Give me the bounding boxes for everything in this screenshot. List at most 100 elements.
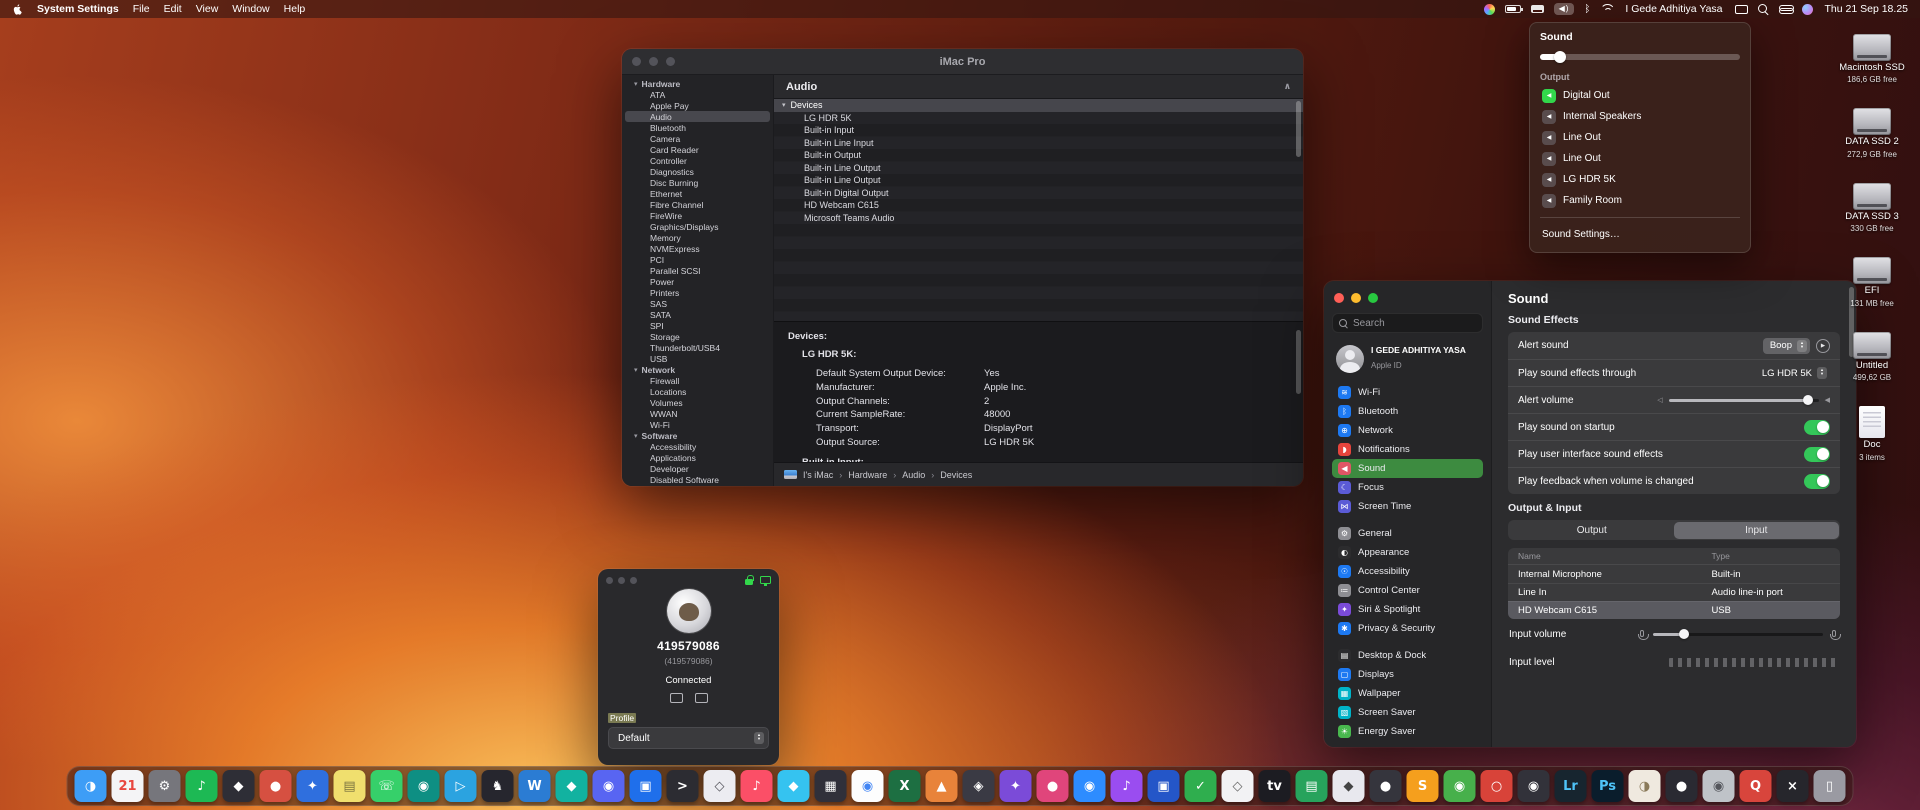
breadcrumb-item[interactable]: I's iMac	[803, 470, 833, 480]
zoom-button[interactable]	[1368, 293, 1378, 303]
menubar-menu-item[interactable]: Edit	[164, 3, 182, 15]
settings-sidebar-item[interactable]: ☉ Accessibility	[1332, 562, 1483, 581]
device-row[interactable]: Built-in Input	[774, 124, 1303, 137]
dock-app-45[interactable]: ◉	[1702, 770, 1735, 802]
output-device-item[interactable]: Internal Speakers	[1540, 106, 1740, 127]
sysinfo-sidebar-item[interactable]: Parallel SCSI	[622, 265, 773, 276]
control-center-icon[interactable]	[1778, 4, 1794, 14]
output-device-item[interactable]: Digital Out	[1540, 85, 1740, 106]
dock-app-39[interactable]: ○	[1480, 770, 1513, 802]
input-volume-slider[interactable]	[1653, 628, 1823, 640]
dock-tv[interactable]: tv	[1258, 770, 1291, 802]
settings-sidebar-item[interactable]: ▤ Desktop & Dock	[1332, 646, 1483, 665]
sysinfo-sidebar-item[interactable]: Printers	[622, 287, 773, 298]
volume-feedback-toggle[interactable]	[1804, 473, 1830, 489]
sysinfo-sidebar-item[interactable]: Software	[622, 430, 773, 441]
sysinfo-sidebar-item[interactable]: Audio	[625, 111, 770, 122]
dock-app-30[interactable]: ▣	[1147, 770, 1180, 802]
output-device-item[interactable]: Line Out	[1540, 148, 1740, 169]
sysinfo-sidebar-item[interactable]: Wi-Fi	[622, 419, 773, 430]
play-alert-button[interactable]	[1816, 338, 1830, 353]
dock-quicktime[interactable]: Q	[1739, 770, 1772, 802]
settings-sidebar-item[interactable]: ▧ Screen Saver	[1332, 703, 1483, 722]
output-input-tab[interactable]: Input	[1674, 521, 1839, 539]
profile-item[interactable]: I GEDE ADHITIYA YASA Apple ID	[1332, 343, 1483, 383]
connect-titlebar[interactable]	[598, 575, 779, 586]
dock-app-40[interactable]: ◉	[1517, 770, 1550, 802]
dock-app-24[interactable]: ▲	[925, 770, 958, 802]
dock-app-44[interactable]: ●	[1665, 770, 1698, 802]
settings-sidebar-item[interactable]: ◐ Appearance	[1332, 543, 1483, 562]
dock-app-16[interactable]: ▣	[629, 770, 662, 802]
sysinfo-sidebar-item[interactable]: Ethernet	[622, 188, 773, 199]
table-scrollbar[interactable]	[1296, 101, 1301, 157]
dock-app-32[interactable]: ◇	[1221, 770, 1254, 802]
sysinfo-sidebar-item[interactable]: Diagnostics	[622, 166, 773, 177]
menubar-menu-item[interactable]: File	[133, 3, 150, 15]
alert-sound-dropdown[interactable]: Boop	[1762, 337, 1810, 354]
apple-menu-icon[interactable]	[12, 3, 23, 16]
sysinfo-sidebar-item[interactable]: Controller	[622, 155, 773, 166]
sysinfo-sidebar-item[interactable]: Storage	[622, 331, 773, 342]
dock-discord[interactable]: ◉	[592, 770, 625, 802]
output-device-item[interactable]: Family Room	[1540, 190, 1740, 211]
sysinfo-sidebar-item[interactable]: Developer	[622, 463, 773, 474]
breadcrumb-item[interactable]: Hardware	[839, 470, 887, 480]
screen-mirroring-icon[interactable]	[1734, 4, 1748, 14]
close-button[interactable]	[606, 576, 613, 584]
dock-chrome[interactable]: ◉	[851, 770, 884, 802]
device-table-row[interactable]: Line In Audio line-in port	[1508, 583, 1840, 601]
sysinfo-sidebar-item[interactable]: Applications	[622, 452, 773, 463]
sysinfo-sidebar-item[interactable]: PCI	[622, 254, 773, 265]
sysinfo-sidebar-item[interactable]: SAS	[622, 298, 773, 309]
dock-app-31[interactable]: ✓	[1184, 770, 1217, 802]
output-input-tab[interactable]: Output	[1510, 522, 1675, 539]
devices-group-row[interactable]: Devices	[774, 99, 1303, 112]
dock-whatsapp[interactable]: ☏	[370, 770, 403, 802]
settings-sidebar-item[interactable]: ⋈ Screen Time	[1332, 497, 1483, 516]
sysinfo-sidebar-item[interactable]: Card Reader	[622, 144, 773, 155]
settings-sidebar-item[interactable]: ⊕ Network	[1332, 421, 1483, 440]
dock-settings[interactable]: ⚙	[148, 770, 181, 802]
menubar-menu-item[interactable]: Window	[232, 3, 269, 15]
settings-sidebar-item[interactable]: ▦ Wallpaper	[1332, 684, 1483, 703]
startup-sound-toggle[interactable]	[1804, 419, 1830, 435]
dock-zoom[interactable]: ◉	[1073, 770, 1106, 802]
dock-maps[interactable]: ◆	[777, 770, 810, 802]
dock-terminal[interactable]: >	[666, 770, 699, 802]
window-titlebar[interactable]: iMac Pro	[622, 49, 1303, 75]
dock-podcasts[interactable]: ♪	[1110, 770, 1143, 802]
sysinfo-sidebar-item[interactable]: Apple Pay	[622, 100, 773, 111]
search-input[interactable]: Search	[1332, 313, 1483, 333]
sysinfo-sidebar-item[interactable]: FireWire	[622, 210, 773, 221]
device-row[interactable]: HD Webcam C615	[774, 199, 1303, 212]
dock-app-43[interactable]: ◑	[1628, 770, 1661, 802]
dock-app-10[interactable]: ◉	[407, 770, 440, 802]
sysinfo-sidebar-item[interactable]: USB	[622, 353, 773, 364]
dock-notes[interactable]: ▤	[333, 770, 366, 802]
sysinfo-sidebar-item[interactable]: Bluetooth	[622, 122, 773, 133]
close-button[interactable]	[1334, 293, 1344, 303]
search-icon[interactable]	[1757, 3, 1769, 15]
settings-sidebar-item[interactable]: ᛒ Bluetooth	[1332, 402, 1483, 421]
sysinfo-sidebar-item[interactable]: Memory	[622, 232, 773, 243]
bluetooth-icon[interactable]	[1584, 4, 1590, 15]
dock-app-36[interactable]: ●	[1369, 770, 1402, 802]
dock-photoshop[interactable]: Ps	[1591, 770, 1624, 802]
color-app-icon[interactable]	[1483, 3, 1495, 15]
dock-app-37[interactable]: S	[1406, 770, 1439, 802]
active-app-menu[interactable]: System Settings	[37, 3, 119, 15]
dock-app-35[interactable]: ◆	[1332, 770, 1365, 802]
output-device-item[interactable]: LG HDR 5K	[1540, 169, 1740, 190]
dock-app-07[interactable]: ✦	[296, 770, 329, 802]
device-row[interactable]: LG HDR 5K	[774, 112, 1303, 125]
sysinfo-sidebar-item[interactable]: Power	[622, 276, 773, 287]
minimize-button[interactable]	[1351, 293, 1361, 303]
device-table-row[interactable]: HD Webcam C615 USB	[1508, 601, 1840, 619]
file-transfer-icon[interactable]	[669, 693, 683, 703]
sysinfo-sidebar-item[interactable]: WWAN	[622, 408, 773, 419]
battery-icon[interactable]	[1504, 5, 1523, 13]
wifi-icon[interactable]	[1600, 4, 1613, 14]
dock-app-12[interactable]: ♞	[481, 770, 514, 802]
dock-excel[interactable]: X	[888, 770, 921, 802]
